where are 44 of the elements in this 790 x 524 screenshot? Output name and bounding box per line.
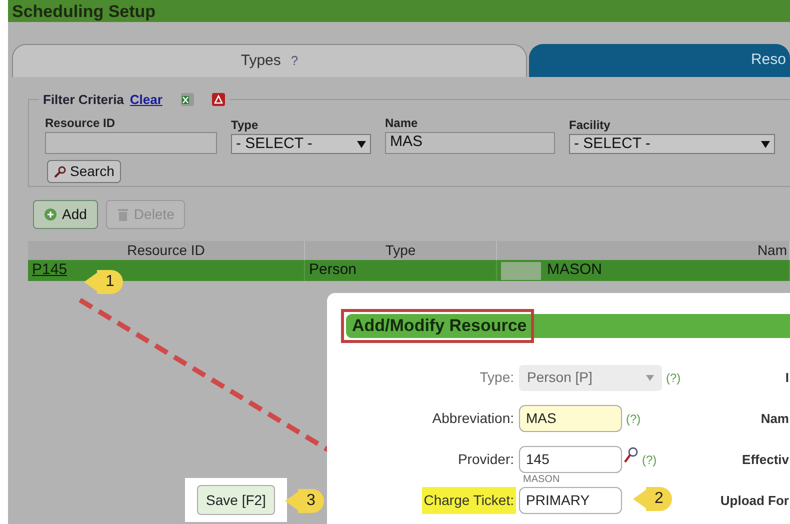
- tab[interactable]: Reso: [529, 44, 790, 77]
- plus-circle-icon: [44, 208, 57, 221]
- add-button[interactable]: Add: [33, 200, 98, 229]
- modal-title: Add/Modify Resource: [346, 314, 531, 338]
- field-label: Provider:: [456, 450, 515, 469]
- field-label: Facility: [569, 118, 612, 132]
- input-field[interactable]: [45, 132, 217, 154]
- resource-link[interactable]: P145: [32, 259, 68, 282]
- input-field[interactable]: MAS: [519, 405, 622, 432]
- tab[interactable]: Types ?: [12, 44, 527, 77]
- input-field[interactable]: MAS: [385, 132, 555, 154]
- search-icon: [54, 166, 66, 178]
- clear-link[interactable]: Clear: [130, 90, 162, 110]
- field-label: Abbreviation:: [431, 409, 515, 428]
- field-label: Name: [385, 116, 419, 130]
- provider-name-note: MASON: [523, 475, 560, 485]
- trash-icon: [116, 208, 129, 221]
- dropdown-caret-icon: [357, 140, 366, 148]
- filter-legend: Filter Criteria: [43, 90, 124, 110]
- field-label: Type: [231, 118, 260, 132]
- help-link[interactable]: (?): [642, 452, 657, 466]
- redacted-block: [501, 262, 541, 280]
- search-icon[interactable]: [624, 446, 638, 462]
- input-field[interactable]: PRIMARY: [519, 487, 622, 514]
- spreadsheet-icon[interactable]: [180, 92, 196, 108]
- dropdown-caret-icon: [761, 140, 770, 148]
- field-label: Charge Ticket:: [422, 487, 516, 514]
- field-label: I: [785, 368, 790, 387]
- field-label: Nam: [760, 410, 790, 428]
- input-field[interactable]: 145: [519, 446, 622, 473]
- field-label: Resource ID: [45, 116, 116, 130]
- select-field[interactable]: - SELECT -: [569, 134, 775, 154]
- table-cell-text: MASON: [547, 260, 602, 280]
- search-button[interactable]: Search: [47, 160, 122, 183]
- pdf-icon[interactable]: [211, 92, 226, 108]
- save-button[interactable]: Save [F2]: [197, 485, 275, 515]
- field-label: Type:: [478, 368, 515, 387]
- field-label: Effectiv: [742, 450, 790, 469]
- table-cell-text: Person: [309, 260, 357, 280]
- help-link[interactable]: (?): [626, 412, 641, 426]
- dropdown-caret-icon: [646, 374, 654, 380]
- field-label: Upload For: [720, 492, 790, 510]
- select-field[interactable]: - SELECT -: [231, 134, 371, 154]
- app-title: Scheduling Setup: [12, 2, 156, 22]
